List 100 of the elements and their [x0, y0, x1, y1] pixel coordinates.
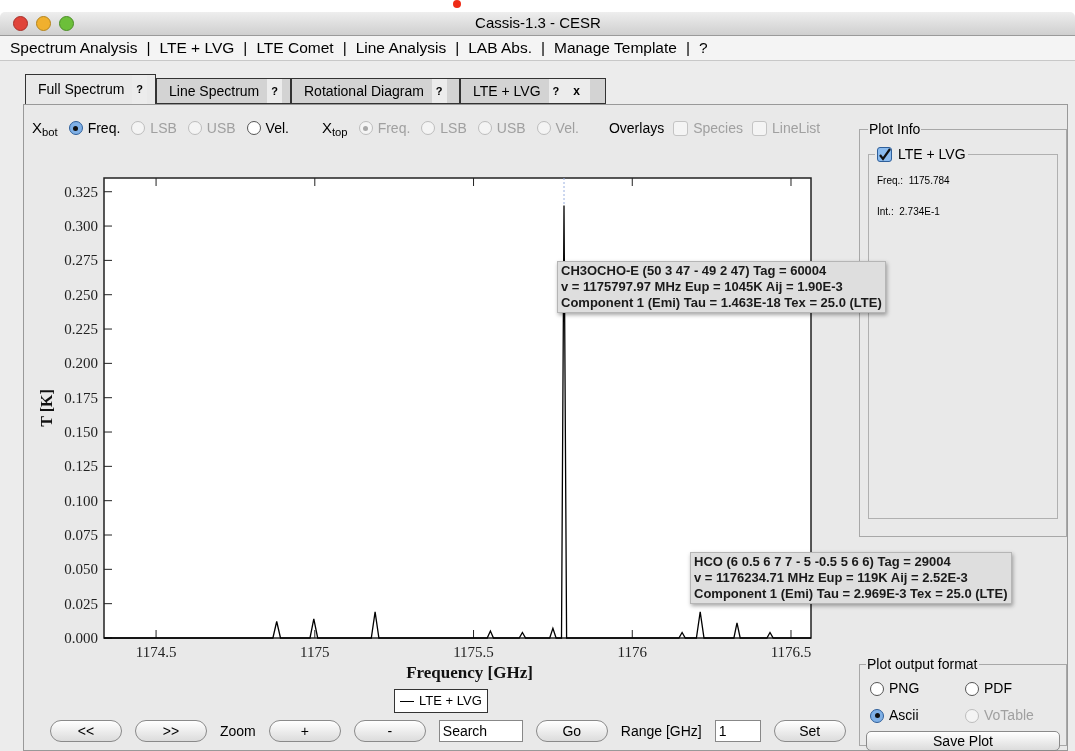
radio-label: Vel.	[265, 118, 289, 138]
radio-label: Vel.	[555, 118, 579, 138]
checkbox-label: Species	[693, 118, 743, 138]
radio-button[interactable]	[68, 121, 83, 135]
tick-label: 0.000	[64, 630, 98, 646]
save-plot-button[interactable]: Save Plot	[866, 731, 1060, 751]
tick-mark	[103, 362, 113, 364]
tick-label: 0.250	[64, 286, 98, 303]
tab-label[interactable]: Full Spectrum	[38, 79, 125, 100]
tick-mark	[103, 534, 113, 536]
menu-item[interactable]: LAB Abs.	[468, 36, 532, 60]
panel-title: Plot output format	[866, 655, 979, 674]
tooltip-text: v = 1176234.71 MHz Eup = 119K Aij = 2.52E-3	[694, 570, 969, 586]
tick-label: 0.050	[64, 561, 98, 578]
tick-mark	[103, 294, 113, 296]
push-button[interactable]: Go	[535, 720, 608, 742]
close-button[interactable]: x	[563, 82, 590, 100]
tick-mark	[103, 568, 113, 570]
tab-label[interactable]: Rotational Diagram	[304, 80, 424, 102]
tick-label: 0.025	[64, 595, 98, 612]
tick-mark	[103, 397, 113, 399]
radio-label: USB	[206, 118, 236, 138]
radio-button[interactable]	[870, 708, 884, 723]
tick-mark	[103, 603, 113, 605]
menu-separator: |	[146, 38, 151, 59]
tick-mark	[103, 500, 113, 502]
tooltip-text: Component 1 (Emi) Tau = 1.463E-18 Tex = 25.0 (LTE)	[561, 295, 882, 311]
menu-item[interactable]: Line Analysis	[355, 36, 447, 60]
menu-separator: |	[243, 38, 248, 59]
menu-separator: |	[455, 38, 460, 59]
tick-label: 1176	[617, 644, 647, 660]
tick-label: 1174.5	[135, 644, 177, 660]
radio-label: LSB	[150, 118, 177, 138]
radio-label: VoTable	[984, 706, 1034, 725]
push-button[interactable]: <<	[50, 720, 122, 742]
checkbox[interactable]	[877, 147, 892, 162]
menu-item[interactable]: ?	[698, 36, 708, 60]
menu-item[interactable]: LTE + LVG	[159, 36, 235, 60]
tick-label: 1176.5	[770, 644, 812, 660]
tick-label: 0.175	[64, 389, 98, 406]
control-label: Zoom	[220, 721, 256, 741]
tick-label: 0.275	[64, 252, 98, 269]
axis-title: Frequency [GHz]	[406, 663, 533, 682]
tooltip-text: CH3OCHO-E (50 3 47 - 49 2 47) Tag = 60004	[561, 263, 828, 279]
minimize-window-icon[interactable]	[36, 16, 51, 31]
tick-mark	[103, 465, 113, 467]
tab[interactable]: Full Spectrum ?	[25, 74, 156, 104]
tick-mark	[103, 259, 113, 261]
tick-label: 0.225	[64, 321, 98, 338]
menu-item[interactable]: Spectrum Analysis	[10, 36, 138, 60]
tick-label: 0.150	[64, 424, 98, 441]
tick-label: 1175.5	[453, 644, 494, 660]
range-field[interactable]: 1	[714, 720, 761, 742]
axis-title: T [K]	[38, 389, 55, 427]
tick-label: 0.100	[64, 492, 98, 509]
close-window-icon[interactable]	[13, 16, 28, 31]
axis-option-label: X$_{top}$	[321, 117, 348, 140]
radio-button[interactable]	[965, 681, 979, 696]
tick-label: 0.075	[64, 527, 98, 543]
tab-label[interactable]: Line Spectrum	[169, 80, 260, 102]
tick-label: 0.200	[64, 355, 98, 372]
push-button[interactable]: Set	[773, 720, 846, 742]
tick-label: 0.125	[64, 458, 98, 475]
radio-label: Ascii	[889, 706, 919, 725]
radio-label: PNG	[889, 679, 920, 698]
checkbox-label: LineList	[772, 118, 821, 138]
panel-title: Plot Info	[868, 120, 922, 139]
tick-label: 0.300	[64, 218, 98, 235]
tab[interactable]: Rotational Diagram ?	[291, 78, 460, 104]
zoom-window-icon[interactable]	[59, 16, 74, 31]
push-button[interactable]: +	[268, 720, 341, 742]
radio-label: USB	[496, 118, 526, 138]
tab[interactable]: LTE + LVG ? x	[460, 78, 606, 104]
tick-label: 1175	[300, 644, 330, 660]
control-label: Range [GHz]	[620, 721, 702, 741]
menu-separator: |	[540, 38, 545, 59]
radio-label: Freq.	[87, 118, 121, 138]
info-text: Freq.: 1175.784	[877, 174, 951, 188]
radio-button[interactable]	[870, 681, 884, 696]
help-button[interactable]: ?	[548, 82, 564, 100]
radio-label: PDF	[984, 679, 1012, 698]
tick-label: 0.325	[64, 183, 98, 200]
tick-mark	[103, 191, 113, 193]
radio-label: LSB	[440, 118, 467, 138]
search-field[interactable]: Search	[438, 720, 523, 742]
info-text: Int.: 2.734E-1	[877, 205, 941, 219]
tooltip-text: HCO (6 0.5 6 7 7 - 5 -0.5 5 6 6) Tag = 29004	[694, 554, 952, 570]
push-button[interactable]: -	[353, 720, 426, 742]
radio-button[interactable]	[246, 121, 261, 135]
menu-item[interactable]: LTE Comet	[256, 36, 334, 60]
tooltip-text: v = 1175797.97 MHz Eup = 1045K Aij = 1.90E-3	[561, 279, 844, 295]
cursor-line	[563, 177, 565, 206]
tooltip-text: Component 1 (Emi) Tau = 2.969E-3 Tex = 25.0 (LTE)	[694, 586, 1008, 602]
push-button[interactable]: >>	[135, 720, 207, 742]
tab[interactable]: Line Spectrum ?	[156, 78, 291, 104]
help-button[interactable]: ?	[132, 81, 148, 98]
legend-line-icon	[400, 700, 414, 702]
tab-label[interactable]: LTE + LVG	[473, 80, 541, 102]
menu-item[interactable]: Manage Template	[553, 36, 677, 60]
tick-mark	[103, 431, 113, 433]
